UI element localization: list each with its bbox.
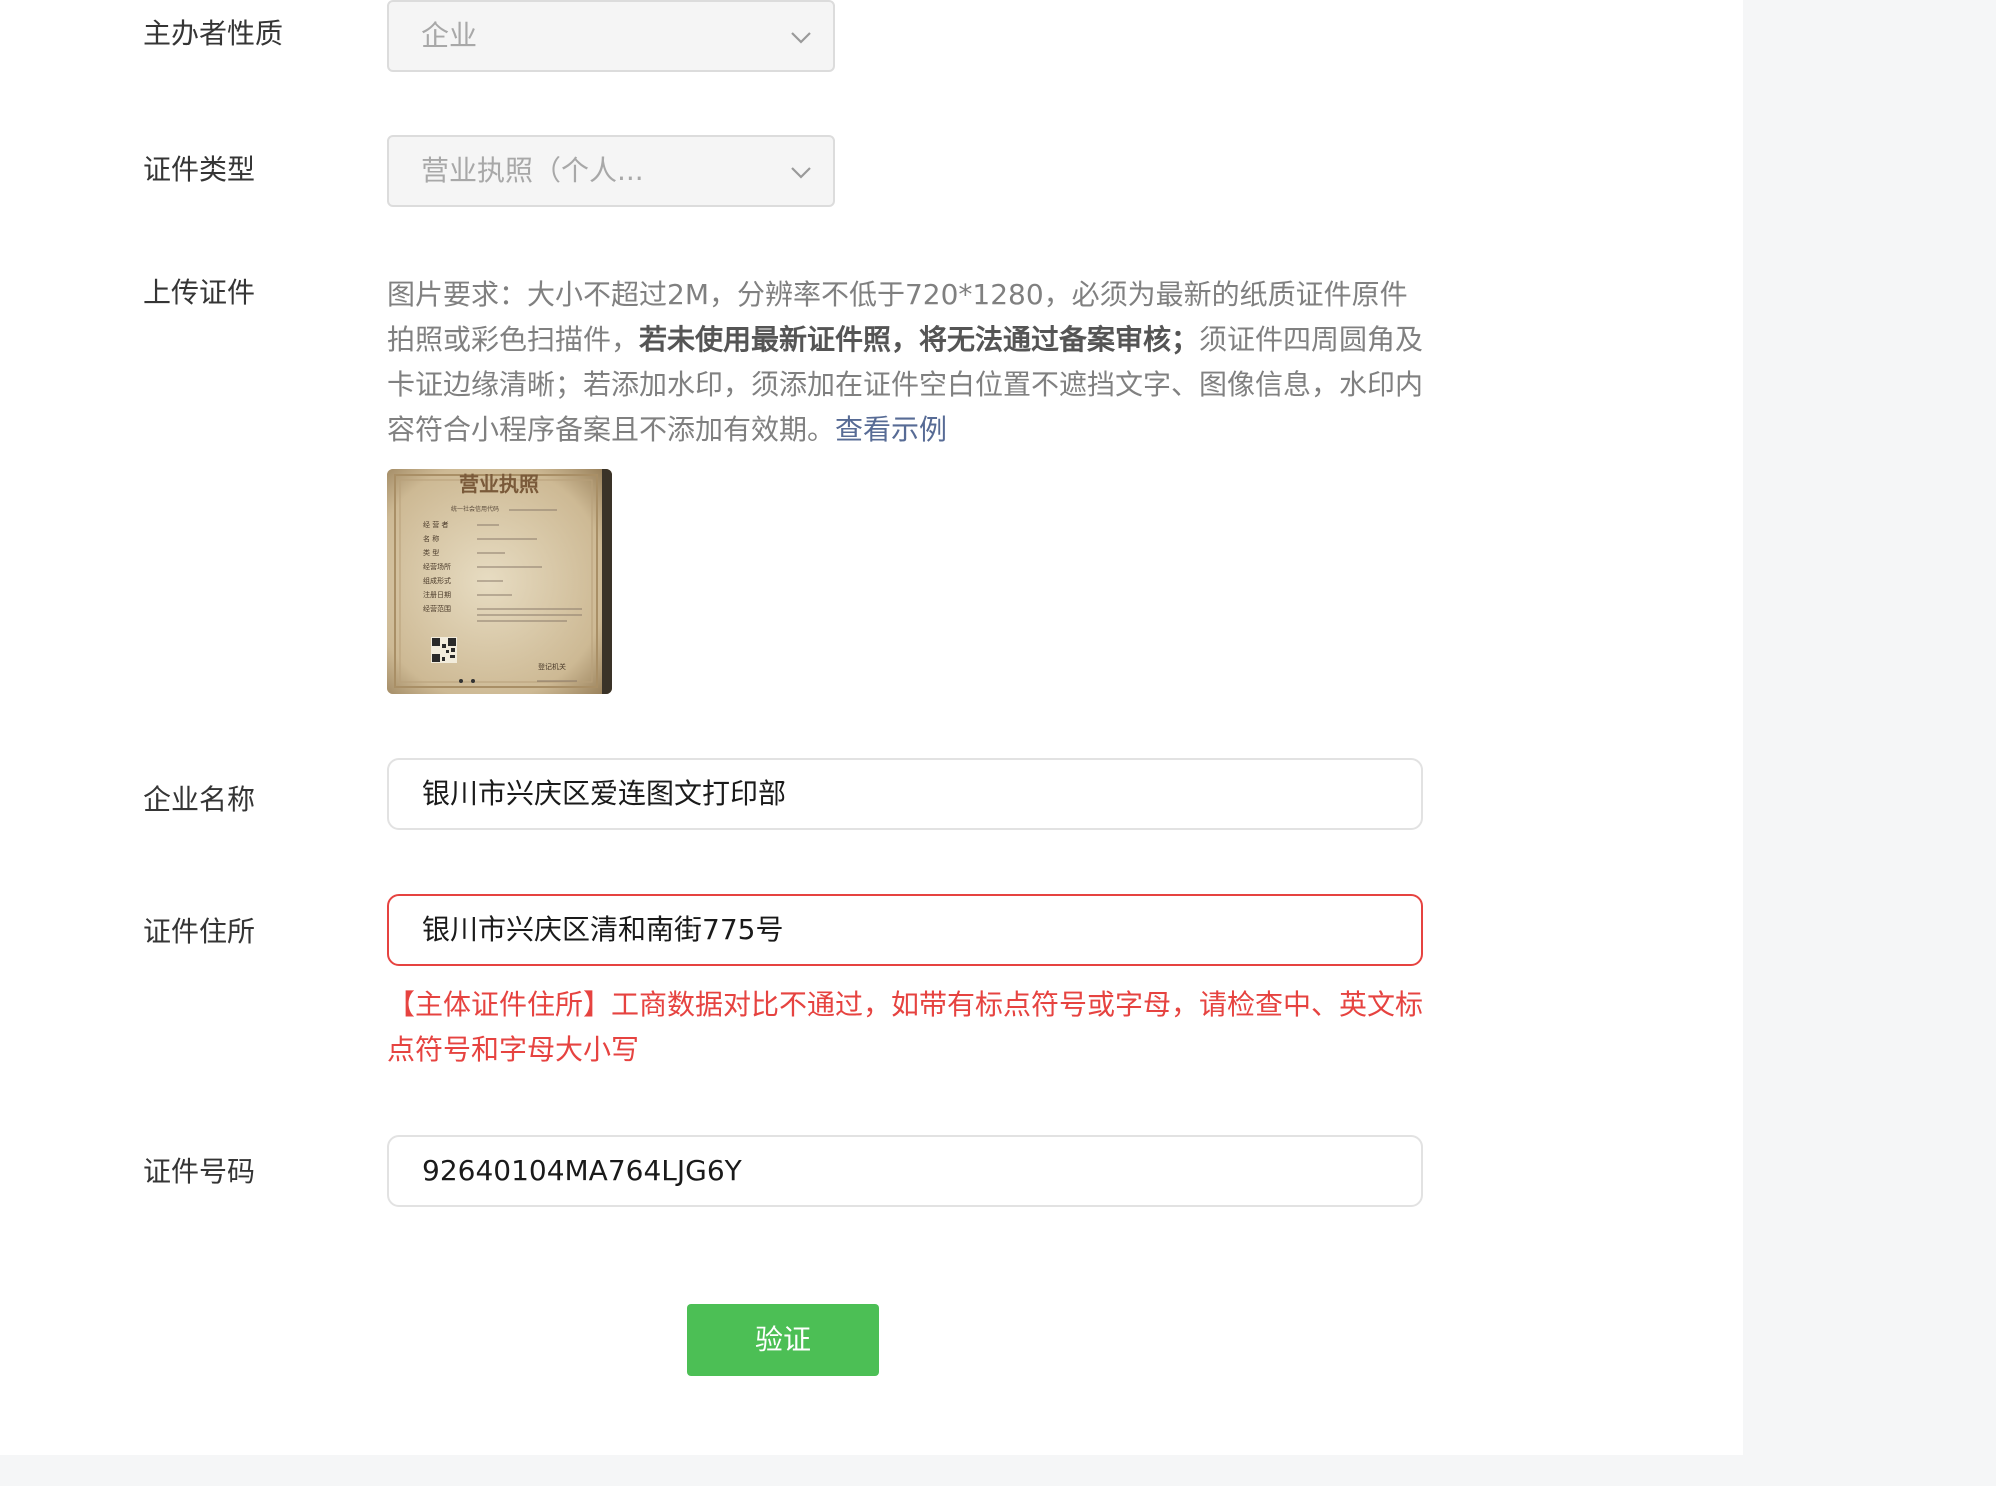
upload-label: 上传证件	[143, 276, 256, 309]
company-name-label: 企业名称	[143, 783, 256, 816]
cert-number-input[interactable]: 92640104MA764LJG6Y	[387, 1135, 1423, 1207]
cert-type-select[interactable]: 营业执照（个人...	[387, 135, 835, 207]
company-name-value: 银川市兴庆区爱连图文打印部	[422, 777, 787, 810]
uploaded-license-thumbnail[interactable]: 营业执照 统一社会信用代码 经 营 者 名 称 类 型 经营场所 组成形式 注册…	[387, 469, 612, 694]
form-panel: 主办者性质 企业 证件类型 营业执照（个人... 上传证件 图片要求：大小不超过…	[0, 0, 1743, 1455]
license-field: 经营范围	[423, 604, 451, 613]
view-example-link[interactable]: 查看示例	[835, 413, 947, 446]
chevron-down-icon	[791, 32, 811, 44]
cert-number-value: 92640104MA764LJG6Y	[422, 1154, 742, 1187]
sponsor-type-value: 企业	[421, 19, 478, 52]
license-field: 经营场所	[423, 562, 451, 571]
requirements-bold-warning: 若未使用最新证件照，将无法通过备案审核；	[639, 323, 1200, 356]
cert-address-value: 银川市兴庆区清和南街775号	[422, 913, 784, 946]
license-field: 经 营 者	[423, 520, 448, 529]
cert-type-label: 证件类型	[143, 153, 256, 186]
cert-type-value: 营业执照（个人...	[421, 154, 644, 187]
cert-address-input[interactable]: 银川市兴庆区清和南街775号	[387, 894, 1423, 966]
license-field: 名 称	[423, 534, 439, 543]
license-field: 类 型	[423, 548, 439, 557]
cert-number-label: 证件号码	[143, 1155, 256, 1188]
license-field: 注册日期	[423, 590, 451, 599]
cert-address-error-message: 【主体证件住所】工商数据对比不通过，如带有标点符号或字母，请检查中、英文标点符号…	[387, 988, 1424, 1066]
sponsor-type-label: 主办者性质	[143, 17, 284, 50]
company-name-input[interactable]: 银川市兴庆区爱连图文打印部	[387, 758, 1423, 830]
chevron-down-icon	[791, 167, 811, 179]
sponsor-type-select[interactable]: 企业	[387, 0, 835, 72]
license-title: 营业执照	[459, 472, 539, 496]
business-license-image: 营业执照 统一社会信用代码 经 营 者 名 称 类 型 经营场所 组成形式 注册…	[387, 469, 612, 694]
license-issuer: 登记机关	[538, 662, 566, 671]
license-subtitle: 统一社会信用代码	[451, 505, 499, 513]
license-field: 组成形式	[423, 576, 451, 585]
verify-button[interactable]: 验证	[687, 1304, 879, 1376]
upload-requirements: 图片要求：大小不超过2M，分辨率不低于720*1280，必须为最新的纸质证件原件…	[387, 272, 1427, 452]
cert-address-label: 证件住所	[143, 915, 256, 948]
